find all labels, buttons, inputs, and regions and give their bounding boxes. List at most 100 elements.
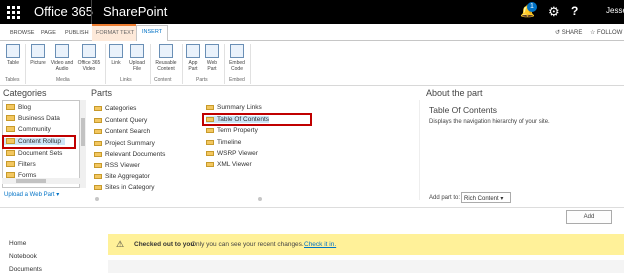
embed-code-button[interactable]: Embed Code bbox=[228, 44, 246, 72]
waffle-icon[interactable] bbox=[0, 0, 27, 24]
part-item[interactable]: Content Search bbox=[94, 128, 150, 135]
part-item[interactable]: Timeline bbox=[206, 139, 241, 146]
notice-text: Only you can see your recent changes. bbox=[191, 241, 304, 248]
nav-item-notebook[interactable]: Notebook bbox=[9, 253, 37, 260]
category-label: Filters bbox=[18, 161, 36, 168]
category-item[interactable]: Business Data bbox=[6, 115, 60, 122]
part-icon bbox=[94, 141, 102, 146]
link-icon bbox=[109, 44, 123, 58]
tab-browse[interactable]: BROWSE bbox=[10, 30, 34, 36]
upload-file-label: Upload File bbox=[129, 60, 145, 72]
part-icon bbox=[206, 140, 214, 145]
part-label: Categories bbox=[105, 105, 137, 112]
part-icon bbox=[206, 128, 214, 133]
link-button[interactable]: Link bbox=[108, 44, 124, 66]
part-item[interactable]: Project Summary bbox=[94, 140, 155, 147]
web-part-button[interactable]: Web Part bbox=[204, 44, 220, 72]
group-label-embed: Embed bbox=[229, 77, 245, 83]
office365-brand[interactable]: Office 365 bbox=[34, 4, 93, 19]
part-item[interactable]: Relevant Documents bbox=[94, 151, 165, 158]
tab-publish[interactable]: PUBLISH bbox=[65, 30, 89, 36]
group-label-tables: Tables bbox=[5, 77, 20, 83]
part-label: Timeline bbox=[217, 139, 242, 146]
part-item[interactable]: XML Viewer bbox=[206, 161, 252, 168]
video-icon bbox=[55, 44, 69, 58]
folder-icon bbox=[6, 104, 15, 110]
embed-code-icon bbox=[230, 44, 244, 58]
category-item[interactable]: Blog bbox=[6, 104, 31, 111]
part-item[interactable]: Summary Links bbox=[206, 104, 262, 111]
part-item[interactable]: Sites in Category bbox=[94, 184, 155, 191]
category-item[interactable]: Document Sets bbox=[6, 150, 62, 157]
table-label: Table bbox=[7, 60, 19, 66]
part-label: Summary Links bbox=[217, 104, 262, 111]
part-label: WSRP Viewer bbox=[217, 150, 258, 157]
notification-badge: 1 bbox=[527, 2, 537, 12]
sharepoint-title[interactable]: SharePoint bbox=[103, 4, 167, 19]
star-icon: ☆ bbox=[590, 30, 598, 36]
tab-page[interactable]: PAGE bbox=[41, 30, 56, 36]
category-item[interactable]: Filters bbox=[6, 161, 36, 168]
video-audio-label: Video and Audio bbox=[50, 60, 74, 72]
app-part-button[interactable]: App Part bbox=[185, 44, 201, 72]
part-item[interactable]: Site Aggregator bbox=[94, 173, 150, 180]
category-label: Blog bbox=[18, 104, 32, 111]
about-part-description: Displays the navigation hierarchy of you… bbox=[429, 119, 550, 125]
office365-video-label: Office 365 Video bbox=[77, 60, 101, 72]
categories-vertical-scrollbar[interactable] bbox=[80, 100, 86, 188]
follow-button[interactable]: ☆ FOLLOW bbox=[590, 29, 622, 36]
picture-icon bbox=[31, 44, 45, 58]
categories-horizontal-scrollbar[interactable] bbox=[2, 178, 80, 184]
scroll-thumb[interactable] bbox=[16, 179, 46, 183]
reusable-content-label: Reusable Content bbox=[155, 60, 177, 72]
part-item[interactable]: Term Property bbox=[206, 127, 258, 134]
group-label-content: Content bbox=[154, 77, 172, 83]
gear-icon[interactable]: ⚙ bbox=[548, 4, 560, 20]
pager-dot[interactable]: . bbox=[258, 197, 262, 201]
highlight-box bbox=[202, 113, 312, 126]
video-audio-button[interactable]: Video and Audio bbox=[50, 44, 74, 72]
part-item[interactable]: Categories bbox=[94, 105, 136, 112]
category-item[interactable]: Community bbox=[6, 126, 51, 133]
folder-icon bbox=[6, 115, 15, 121]
pager-dot[interactable]: . bbox=[95, 197, 99, 201]
add-button[interactable]: Add bbox=[566, 210, 612, 224]
table-button[interactable]: Table bbox=[3, 44, 23, 66]
upload-web-part-link[interactable]: Upload a Web Part ▾ bbox=[4, 191, 59, 198]
user-name[interactable]: Jesse V bbox=[606, 6, 624, 15]
tab-format-text[interactable]: FORMAT TEXT bbox=[96, 30, 134, 36]
category-label: Business Data bbox=[18, 115, 60, 122]
group-divider bbox=[182, 44, 183, 84]
add-part-to-select[interactable]: Rich Content ▾ bbox=[461, 192, 511, 203]
add-part-to-value: Rich Content bbox=[464, 196, 499, 202]
share-button[interactable]: ↺ SHARE bbox=[555, 29, 582, 36]
reusable-content-button[interactable]: Reusable Content bbox=[153, 44, 179, 72]
office-video-icon bbox=[82, 44, 96, 58]
nav-item-home[interactable]: Home bbox=[9, 240, 26, 247]
office365-video-button[interactable]: Office 365 Video bbox=[76, 44, 102, 72]
part-label: Content Search bbox=[105, 128, 151, 135]
add-part-to-label: Add part to: bbox=[429, 195, 461, 201]
part-item[interactable]: RSS Viewer bbox=[94, 162, 140, 169]
group-label-parts: Parts bbox=[196, 77, 208, 83]
scroll-thumb[interactable] bbox=[81, 118, 85, 146]
upload-file-button[interactable]: Upload File bbox=[127, 44, 147, 72]
part-icon bbox=[94, 118, 102, 123]
part-item[interactable]: WSRP Viewer bbox=[206, 150, 258, 157]
part-label: Sites in Category bbox=[105, 184, 155, 191]
part-icon bbox=[206, 151, 214, 156]
picture-button[interactable]: Picture bbox=[28, 44, 48, 66]
help-icon[interactable]: ? bbox=[571, 4, 578, 18]
tab-insert[interactable]: INSERT bbox=[136, 25, 169, 42]
part-label: Project Summary bbox=[105, 140, 155, 147]
part-item[interactable]: Content Query bbox=[94, 117, 147, 124]
follow-label: FOLLOW bbox=[597, 30, 623, 36]
parts-header: Parts bbox=[91, 88, 113, 98]
group-divider bbox=[224, 44, 225, 84]
nav-item-documents[interactable]: Documents bbox=[9, 266, 42, 273]
link-label: Link bbox=[111, 60, 121, 66]
picture-label: Picture bbox=[30, 60, 46, 66]
app-part-label: App Part bbox=[188, 60, 198, 72]
part-label: Content Query bbox=[105, 117, 148, 124]
check-in-link[interactable]: Check it in. bbox=[304, 241, 336, 248]
